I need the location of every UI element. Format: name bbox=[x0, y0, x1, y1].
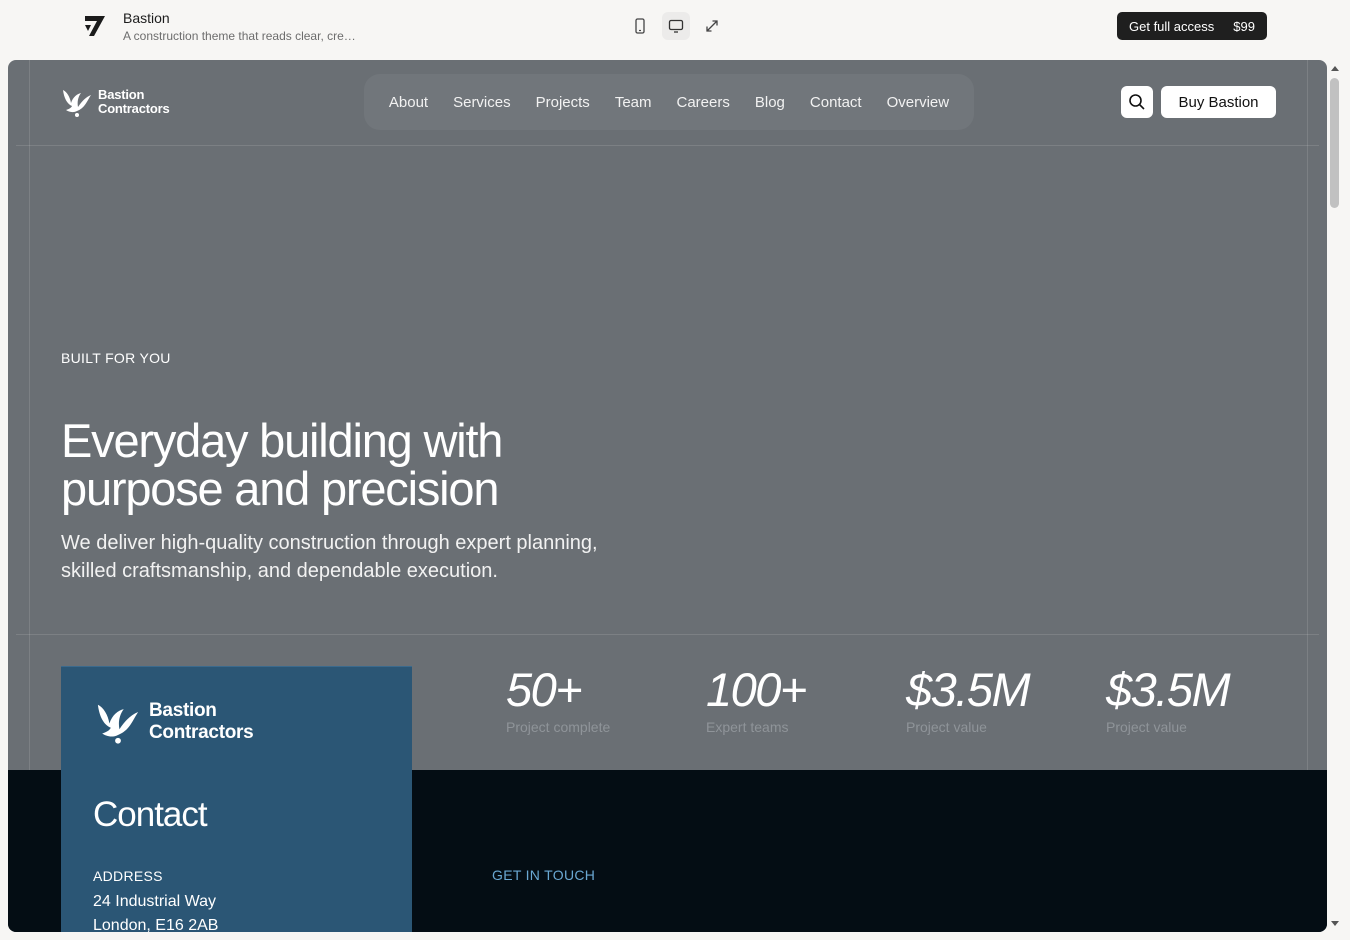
nav-item-contact[interactable]: Contact bbox=[810, 94, 862, 111]
site-logo[interactable]: Bastion Contractors bbox=[61, 86, 170, 118]
get-in-touch-label: GET IN TOUCH bbox=[492, 867, 596, 883]
header-divider bbox=[16, 145, 1319, 146]
card-logo-line-1: Bastion bbox=[149, 700, 217, 721]
contact-title: Contact bbox=[93, 795, 208, 834]
mobile-view-button[interactable] bbox=[626, 12, 654, 40]
stat-label: Expert teams bbox=[706, 719, 789, 735]
stat-item: $3.5M Project value bbox=[1106, 663, 1231, 736]
card-logo: Bastion Contractors bbox=[95, 699, 254, 745]
bird-logo-icon bbox=[63, 90, 91, 117]
theme-subtitle: A construction theme that reads clear, c… bbox=[123, 29, 356, 43]
address-line-2: London, E16 2AB bbox=[93, 917, 219, 932]
expand-icon bbox=[706, 20, 718, 32]
desktop-icon bbox=[668, 19, 684, 33]
preview-toolbar: Bastion A construction theme that reads … bbox=[0, 0, 1350, 58]
bird-logo-icon bbox=[97, 704, 139, 744]
nav-item-overview[interactable]: Overview bbox=[887, 94, 950, 111]
nav-item-projects[interactable]: Projects bbox=[536, 94, 590, 111]
access-price: $99 bbox=[1233, 18, 1255, 34]
nav-item-about[interactable]: About bbox=[389, 94, 428, 111]
buy-bastion-button[interactable]: Buy Bastion bbox=[1161, 86, 1276, 118]
nav-item-services[interactable]: Services bbox=[453, 94, 511, 111]
card-logo-line-2: Contractors bbox=[149, 722, 254, 743]
scroll-up-arrow-icon[interactable] bbox=[1331, 66, 1339, 71]
scrollbar-thumb[interactable] bbox=[1330, 78, 1339, 208]
nav-item-careers[interactable]: Careers bbox=[677, 94, 730, 111]
address-label: ADDRESS bbox=[93, 868, 163, 884]
logo-line-2: Contractors bbox=[98, 101, 170, 116]
access-label: Get full access bbox=[1129, 18, 1215, 34]
stat-value: $3.5M bbox=[1106, 663, 1231, 716]
stat-item: $3.5M Project value bbox=[906, 663, 1031, 736]
get-full-access-button[interactable]: Get full access $99 bbox=[1117, 12, 1267, 40]
view-mode-switcher bbox=[626, 12, 726, 40]
desktop-view-button[interactable] bbox=[662, 12, 690, 40]
hero-eyebrow: BUILT FOR YOU bbox=[61, 350, 171, 366]
contact-card: Bastion Contractors Contact ADDRESS 24 I… bbox=[61, 666, 412, 932]
hero-subtitle: We deliver high-quality construction thr… bbox=[61, 532, 598, 582]
stat-value: $3.5M bbox=[906, 663, 1031, 716]
hero-divider bbox=[16, 634, 1319, 635]
fullscreen-button[interactable] bbox=[698, 12, 726, 40]
theme-title: Bastion bbox=[123, 10, 170, 26]
stat-label: Project value bbox=[1106, 719, 1187, 735]
site-preview-frame: Bastion Contractors About Services Proje… bbox=[8, 60, 1327, 932]
stat-value: 100+ bbox=[706, 663, 807, 716]
search-icon bbox=[1129, 94, 1145, 110]
address-line-1: 24 Industrial Way bbox=[93, 893, 217, 910]
stat-label: Project complete bbox=[506, 719, 611, 735]
stat-item: 50+ Project complete bbox=[506, 663, 611, 736]
logo-line-1: Bastion bbox=[98, 87, 145, 102]
hero-title: Everyday building with purpose and preci… bbox=[61, 414, 503, 515]
preview-scrollbar[interactable] bbox=[1329, 60, 1341, 932]
mobile-icon bbox=[635, 18, 645, 34]
search-button[interactable] bbox=[1121, 86, 1153, 118]
main-nav: About Services Projects Team Careers Blo… bbox=[364, 74, 974, 130]
stat-label: Project value bbox=[906, 719, 987, 735]
scroll-down-arrow-icon[interactable] bbox=[1331, 921, 1339, 926]
nav-item-team[interactable]: Team bbox=[615, 94, 652, 111]
nav-item-blog[interactable]: Blog bbox=[755, 94, 785, 111]
brand-logo-icon bbox=[85, 16, 105, 36]
stat-value: 50+ bbox=[506, 663, 583, 716]
stat-item: 100+ Expert teams bbox=[706, 663, 807, 736]
